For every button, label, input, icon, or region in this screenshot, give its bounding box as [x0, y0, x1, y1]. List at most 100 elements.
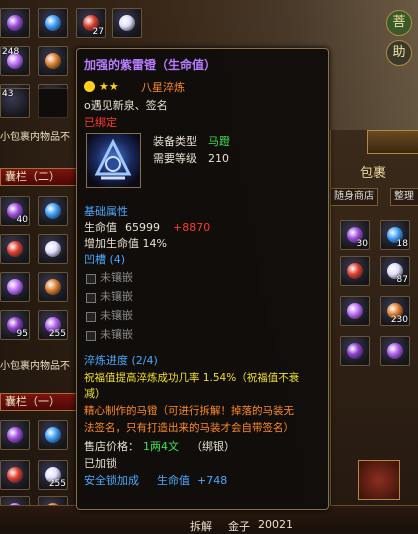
refine-rank: 八星淬炼 — [141, 81, 185, 94]
stack-count: 255 — [48, 329, 66, 339]
item-icon — [347, 343, 363, 359]
blue-gem-icon — [45, 15, 61, 31]
locked-status: 已加锁 — [84, 457, 117, 470]
panel-two-slot[interactable] — [38, 234, 68, 264]
item-icon — [45, 203, 61, 219]
panel-two-slot[interactable] — [0, 234, 30, 264]
smiley-icon — [84, 81, 95, 92]
panel-two-slot[interactable]: 255 — [38, 310, 68, 340]
item-owner: o遇见新泉、签名 — [84, 99, 168, 112]
socket-1-label: 未镶嵌 — [100, 271, 133, 284]
blessing-text-2: 减） — [84, 387, 106, 400]
crafted-text-1: 精心制作的马镫（可进行拆解！掉落的马装无 — [84, 405, 294, 417]
right-bag-slot[interactable]: 87 — [380, 256, 410, 286]
help-round-button[interactable]: 助 — [386, 40, 412, 66]
bag-notice: 小包裹内物品不 — [0, 132, 70, 143]
empty-socket-icon — [86, 274, 96, 284]
item-icon — [45, 427, 61, 443]
price-bound: （绑银） — [191, 440, 235, 453]
sockets-header: 凹槽 (4) — [84, 253, 126, 266]
panel-two-title[interactable]: 囊栏（二） — [0, 168, 78, 186]
gold-value: 20021 — [258, 518, 293, 531]
hp-bonus: +8870 — [173, 221, 211, 234]
right-bag-slot[interactable] — [380, 336, 410, 366]
bag-slot[interactable]: 43 — [0, 88, 30, 118]
item-icon — [347, 263, 363, 279]
panel-two-notice: 小包裹内物品不 — [0, 361, 70, 372]
stack-count: 230 — [390, 315, 408, 325]
bag-slot[interactable] — [112, 8, 142, 38]
bound-status: 已绑定 — [84, 116, 117, 129]
dragon-icon — [45, 53, 61, 69]
tab-sort[interactable]: 整理 — [390, 188, 418, 206]
empty-socket-icon — [86, 312, 96, 322]
refine-progress: 淬炼进度 (2/4) — [84, 354, 158, 367]
item-icon — [347, 303, 363, 319]
panel-one-slot[interactable] — [0, 420, 30, 450]
purple-orb-icon — [7, 15, 23, 31]
panel-two-slot[interactable] — [0, 272, 30, 302]
panel-two-slot[interactable]: 95 — [0, 310, 30, 340]
panel-one-slot[interactable]: 255 — [38, 460, 68, 490]
empty-socket-icon — [86, 331, 96, 341]
item-icon — [387, 343, 403, 359]
right-bag-slot[interactable] — [340, 336, 370, 366]
item-icon — [45, 241, 61, 257]
item-icon — [7, 427, 23, 443]
empty-bag-slot[interactable] — [38, 88, 68, 118]
right-panel-header: 包裹 — [360, 166, 387, 181]
panel-one-slot[interactable] — [38, 420, 68, 450]
right-bag-slot[interactable] — [340, 296, 370, 326]
stack-count: 40 — [16, 215, 28, 225]
stirrup-item-icon — [86, 133, 141, 188]
panel-one-title[interactable]: 囊栏（一） — [0, 393, 78, 411]
price-value: 1两4文 — [143, 440, 179, 453]
right-bag-slot[interactable]: 230 — [380, 296, 410, 326]
blessing-text-1: 祝福值提高淬炼成功几率 1.54%（祝福值不衰 — [84, 372, 300, 384]
equip-type-value: 马蹬 — [208, 135, 230, 148]
level-value: 210 — [208, 152, 229, 165]
hp-value: 65999 — [125, 221, 160, 234]
panel-two-slot[interactable] — [38, 272, 68, 302]
socket-2-label: 未镶嵌 — [100, 290, 133, 303]
socket-3-label: 未镶嵌 — [100, 309, 133, 322]
stack-count: 87 — [396, 275, 408, 285]
equip-type-label: 装备类型 — [153, 135, 197, 148]
chest-button[interactable] — [358, 460, 400, 500]
price-label: 售店价格： — [84, 440, 139, 453]
right-bag-slot[interactable]: 30 — [340, 220, 370, 250]
bag-slot[interactable] — [38, 8, 68, 38]
base-attr-header: 基础属性 — [84, 205, 128, 218]
bag-slot[interactable]: 248 — [0, 46, 30, 76]
panel-two-slot[interactable] — [38, 196, 68, 226]
item-title: 加强的紫雷镫（生命值） — [84, 58, 217, 72]
stack-count: 18 — [396, 239, 408, 249]
stack-count: 30 — [356, 239, 368, 249]
hp-increase: 增加生命值 14% — [84, 237, 167, 250]
right-top-button[interactable] — [367, 130, 418, 154]
item-icon — [7, 467, 23, 483]
stack-count: 43 — [2, 89, 14, 99]
dismantle-label[interactable]: 拆解 — [190, 518, 212, 534]
item-icon — [7, 241, 23, 257]
tab-portable-shop[interactable]: 随身商店 — [330, 188, 378, 206]
top-round-button[interactable]: 菩 — [386, 10, 412, 36]
gold-label: 金子 — [228, 520, 250, 533]
right-bag-slot[interactable] — [340, 256, 370, 286]
bag-slot[interactable] — [0, 8, 30, 38]
item-icon — [45, 279, 61, 295]
right-bag-slot[interactable]: 18 — [380, 220, 410, 250]
bag-slot[interactable]: 27 — [76, 8, 106, 38]
hp-label: 生命值 — [84, 221, 117, 234]
panel-two-slot[interactable]: 40 — [0, 196, 30, 226]
socket-4-label: 未镶嵌 — [100, 328, 133, 341]
stack-count: 248 — [2, 47, 20, 57]
bag-slot[interactable] — [38, 46, 68, 76]
item-tooltip: 加强的紫雷镫（生命值） ★★ 八星淬炼 o遇见新泉、签名 已绑定 装备类型 马蹬… — [76, 48, 329, 510]
safe-lock-label: 安全锁加成 — [84, 474, 139, 487]
safe-lock-stat: 生命值 — [157, 474, 190, 487]
stack-count: 27 — [92, 27, 104, 37]
crafted-text-2: 法签名，只有打造出来的马装才会自带签名） — [84, 422, 294, 434]
panel-one-slot[interactable] — [0, 460, 30, 490]
item-icon — [7, 279, 23, 295]
